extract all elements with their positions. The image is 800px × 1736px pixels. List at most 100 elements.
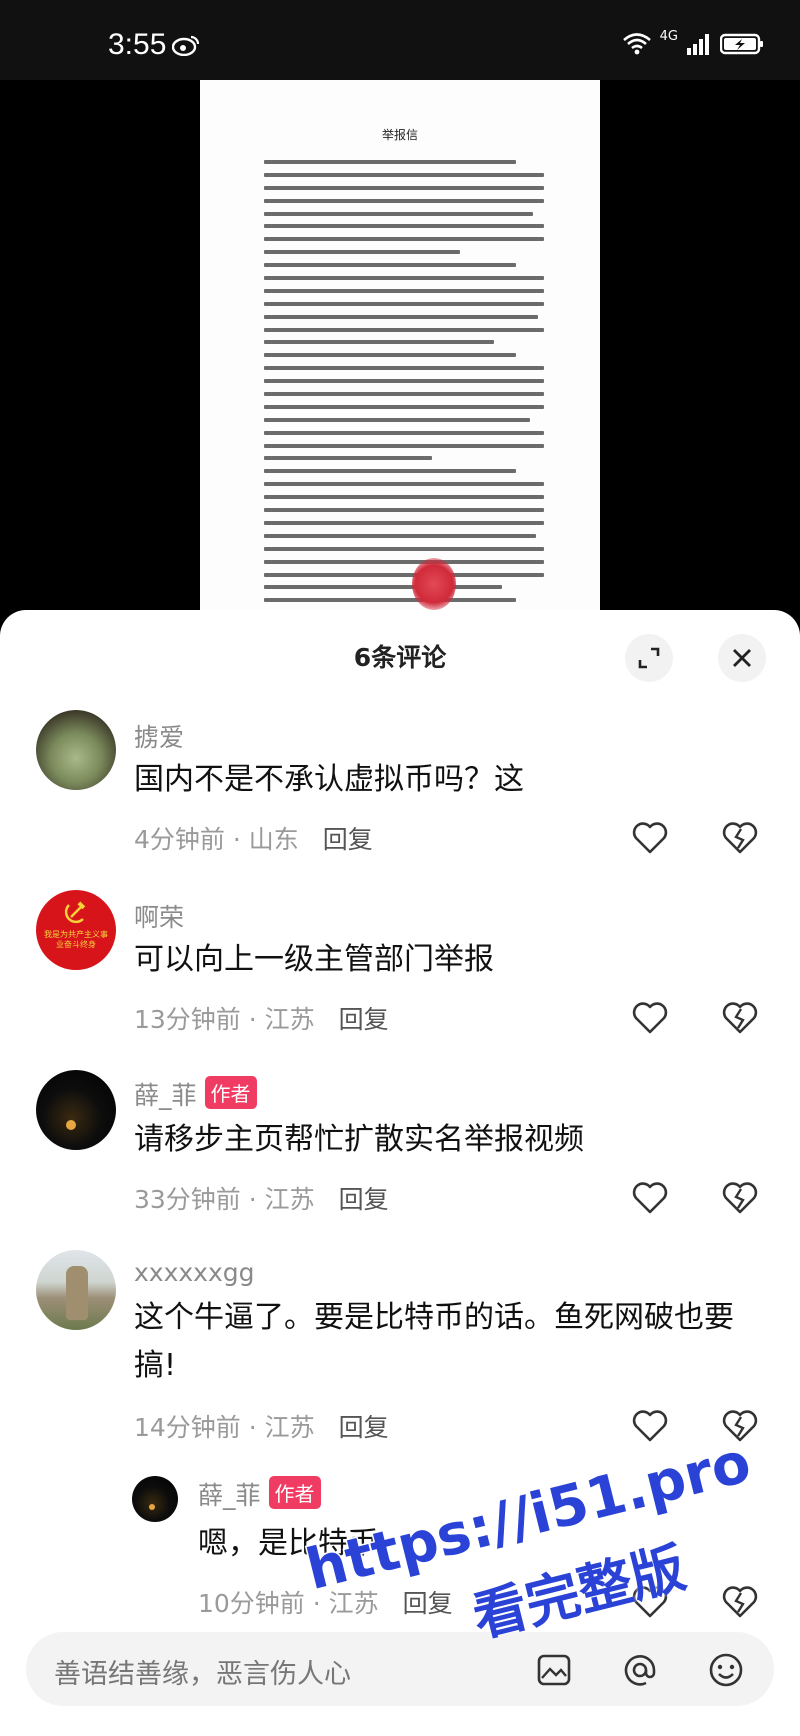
- reply-button[interactable]: 回复: [403, 1589, 453, 1618]
- comment-time-location: 10分钟前 · 江苏: [198, 1589, 379, 1618]
- status-time: 3:55: [108, 28, 167, 61]
- document-text-line: [264, 172, 544, 177]
- comment-count-title: 6条评论: [353, 643, 447, 672]
- document-text-line: [264, 250, 460, 255]
- comment-time-location: 13分钟前 · 江苏: [134, 1005, 315, 1034]
- document-text-line: [264, 160, 516, 164]
- comment-username[interactable]: 啊荣: [134, 898, 184, 934]
- comment-username[interactable]: xxxxxxgg: [134, 1258, 255, 1287]
- fingerprint-stamp: [412, 558, 456, 610]
- document-text-line: [264, 520, 544, 525]
- reply-button[interactable]: 回复: [323, 825, 373, 854]
- comment-item: 我是为共产主义事业奋斗终身 啊荣 可以向上一级主管部门举报 13分钟前 · 江苏…: [0, 880, 800, 1040]
- comment-time-location: 14分钟前 · 江苏: [134, 1413, 315, 1442]
- dislike-icon[interactable]: [720, 998, 760, 1038]
- comment-meta: 14分钟前 · 江苏 回复: [134, 1408, 389, 1444]
- image-icon[interactable]: [534, 1650, 574, 1690]
- comment-text: 可以向上一级主管部门举报: [134, 942, 494, 977]
- comment-text: 这个牛逼了。要是比特币的话。鱼死网破也要搞!: [134, 1300, 734, 1383]
- report-letter-image: 举报信: [200, 80, 600, 620]
- document-text-line: [264, 469, 516, 474]
- status-bar: 3:55 4G: [0, 0, 800, 80]
- document-text-line: [264, 392, 544, 397]
- document-text-line: [264, 198, 544, 203]
- signal-icon: [687, 34, 709, 55]
- close-icon: [733, 649, 751, 667]
- like-icon[interactable]: [630, 1582, 670, 1622]
- document-title: 举报信: [381, 128, 418, 142]
- comment-text: 国内不是不承认虚拟币吗？这: [134, 762, 524, 797]
- comment-item: xxxxxxgg 这个牛逼了。要是比特币的话。鱼死网破也要搞! 14分钟前 · …: [0, 1240, 800, 1450]
- avatar[interactable]: [36, 710, 116, 790]
- document-text-line: [264, 327, 544, 332]
- comment-username[interactable]: 薛_菲 作者: [134, 1076, 257, 1112]
- comment-sheet: 6条评论 掳爱 国内不是不承认虚拟币吗？这 4分钟前 · 山东 回复 我是为共产…: [0, 610, 800, 1736]
- comment-item: 薛_菲 作者 请移步主页帮忙扩散实名举报视频 33分钟前 · 江苏 回复: [0, 1060, 800, 1220]
- document-text-line: [264, 585, 502, 590]
- comment-item: 掳爱 国内不是不承认虚拟币吗？这 4分钟前 · 山东 回复: [0, 700, 800, 860]
- document-text-line: [264, 495, 544, 500]
- comment-meta: 13分钟前 · 江苏 回复: [134, 1000, 389, 1036]
- document-image-area: 举报信: [0, 80, 800, 620]
- status-icons: 4G: [622, 29, 764, 56]
- author-badge: 作者: [268, 1476, 321, 1509]
- dislike-icon[interactable]: [720, 818, 760, 858]
- document-text-line: [264, 482, 544, 487]
- avatar[interactable]: [36, 1070, 116, 1150]
- document-text-line: [264, 237, 544, 242]
- author-badge: 作者: [204, 1076, 257, 1109]
- document-text-block: [264, 160, 544, 616]
- document-text-line: [264, 263, 516, 268]
- avatar[interactable]: [132, 1476, 178, 1522]
- comment-username[interactable]: 薛_菲 作者: [198, 1476, 321, 1512]
- dislike-icon[interactable]: [720, 1406, 760, 1446]
- comment-username[interactable]: 掳爱: [134, 718, 184, 754]
- emoji-icon[interactable]: [706, 1650, 746, 1690]
- battery-icon: [720, 33, 763, 55]
- comment-text: 嗯，是比特币，: [198, 1526, 408, 1561]
- avatar-caption: 我是为共产主义事业奋斗终身: [44, 930, 108, 949]
- comment-input-bar[interactable]: 善语结善缘，恶言伤人心: [26, 1632, 774, 1706]
- document-text-line: [264, 366, 544, 371]
- document-text-line: [264, 456, 432, 461]
- document-text-line: [264, 533, 536, 538]
- like-icon[interactable]: [630, 818, 670, 858]
- like-icon[interactable]: [630, 1406, 670, 1446]
- document-text-line: [264, 276, 544, 281]
- document-text-line: [264, 314, 539, 319]
- comment-username-text: 薛_菲: [198, 1481, 261, 1510]
- document-text-line: [264, 224, 544, 229]
- like-icon[interactable]: [630, 1178, 670, 1218]
- comment-meta: 4分钟前 · 山东 回复: [134, 820, 373, 856]
- comment-meta: 10分钟前 · 江苏 回复: [198, 1584, 453, 1620]
- document-text-line: [264, 417, 530, 422]
- reply-button[interactable]: 回复: [339, 1005, 389, 1034]
- avatar[interactable]: [36, 1250, 116, 1330]
- dislike-icon[interactable]: [720, 1582, 760, 1622]
- dislike-icon[interactable]: [720, 1178, 760, 1218]
- document-text-line: [264, 430, 544, 435]
- close-button[interactable]: [718, 634, 766, 682]
- document-text-line: [264, 211, 533, 216]
- reply-item: 薛_菲 作者 嗯，是比特币， 10分钟前 · 江苏 回复: [0, 1460, 800, 1630]
- comment-username-text: 薛_菲: [134, 1081, 197, 1110]
- document-text-line: [264, 404, 544, 409]
- reply-button[interactable]: 回复: [339, 1413, 389, 1442]
- expand-icon: [638, 647, 660, 669]
- hammer-sickle-icon: [64, 901, 86, 924]
- document-text-line: [264, 353, 516, 358]
- like-icon[interactable]: [630, 998, 670, 1038]
- document-text-line: [264, 288, 544, 293]
- comment-time-location: 4分钟前 · 山东: [134, 825, 299, 854]
- document-text-line: [264, 572, 544, 577]
- stone-shape: [66, 1266, 88, 1320]
- document-text-line: [264, 598, 516, 603]
- comment-meta: 33分钟前 · 江苏 回复: [134, 1180, 389, 1216]
- expand-button[interactable]: [625, 634, 673, 682]
- comment-input-placeholder[interactable]: 善语结善缘，恶言伤人心: [54, 1652, 351, 1691]
- document-text-line: [264, 340, 494, 345]
- reply-button[interactable]: 回复: [339, 1185, 389, 1214]
- document-text-line: [264, 508, 544, 513]
- avatar[interactable]: 我是为共产主义事业奋斗终身: [36, 890, 116, 970]
- at-mention-icon[interactable]: [620, 1650, 660, 1690]
